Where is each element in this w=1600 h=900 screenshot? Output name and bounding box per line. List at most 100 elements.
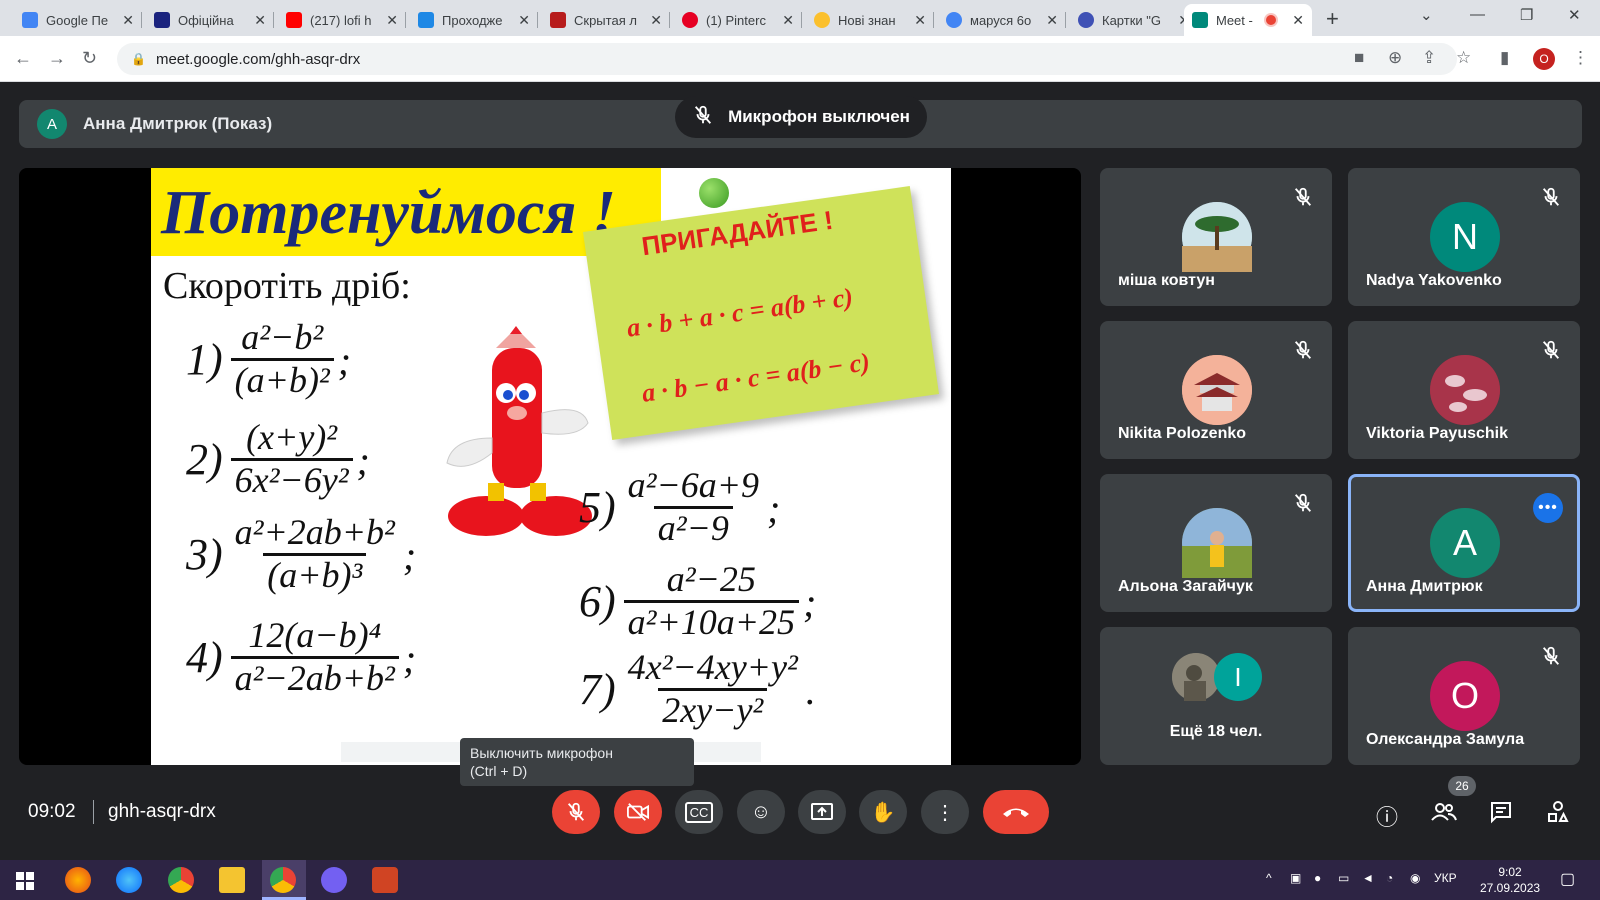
participant-tile[interactable]: міша ковтун [1100, 168, 1332, 306]
bookmark-star-icon[interactable]: ☆ [1456, 48, 1471, 68]
tab-close-icon[interactable]: ✕ [650, 12, 662, 29]
leave-call-button[interactable] [983, 790, 1049, 834]
people-icon[interactable] [1430, 800, 1458, 830]
system-clock[interactable]: 9:02 27.09.2023 [1480, 864, 1540, 896]
close-window-icon[interactable]: ✕ [1568, 6, 1581, 24]
reactions-button[interactable]: ☺ [737, 790, 785, 834]
chat-icon[interactable] [1489, 800, 1513, 830]
numerator: 4x²−4xy+y² [627, 647, 798, 687]
browser-tab[interactable]: Офіційна ✕ [146, 4, 274, 36]
tray-device-icon[interactable]: ▣ [1290, 871, 1301, 885]
browser-tab[interactable]: Нові знан ✕ [806, 4, 934, 36]
language-indicator[interactable]: УКР [1434, 871, 1457, 885]
side-panel-icon[interactable]: ▮ [1500, 48, 1509, 68]
minimize-icon[interactable]: — [1470, 6, 1485, 23]
mic-muted-icon [1542, 646, 1560, 665]
windows-start-icon[interactable] [16, 872, 34, 890]
browser-tab-active[interactable]: Meet - ✕ [1184, 4, 1312, 36]
participant-avatar: I [1214, 653, 1262, 701]
powerpoint-icon[interactable] [372, 867, 398, 893]
viber-icon[interactable] [321, 867, 347, 893]
tab-favicon-icon [286, 12, 302, 28]
tab-close-icon[interactable]: ✕ [1292, 12, 1304, 29]
participant-tile-active[interactable]: A ••• Анна Дмитрюк [1348, 474, 1580, 612]
forward-icon[interactable]: → [48, 48, 66, 69]
participant-tile[interactable]: N Nadya Yakovenko [1348, 168, 1580, 306]
mic-tooltip: Выключить микрофон (Ctrl + D) [460, 738, 694, 786]
others-tile[interactable]: I Ещё 18 чел. [1100, 627, 1332, 765]
participant-tile[interactable]: O Олександра Замула [1348, 627, 1580, 765]
presenter-name: Анна Дмитрюк (Показ) [83, 114, 273, 133]
tab-close-icon[interactable]: ✕ [386, 12, 398, 29]
more-options-button[interactable]: ⋮ [921, 790, 969, 834]
present-button[interactable] [798, 790, 846, 834]
chrome-active-icon[interactable] [270, 867, 296, 893]
restore-icon[interactable]: ❐ [1520, 6, 1533, 24]
captions-button[interactable]: CC [675, 790, 723, 834]
participant-tile[interactable]: Альона Загайчук [1100, 474, 1332, 612]
tab-close-icon[interactable]: ✕ [518, 12, 530, 29]
tab-close-icon[interactable]: ✕ [914, 12, 926, 29]
new-tab-button[interactable]: + [1326, 6, 1339, 32]
exercise-4: 4) 12(a−b)⁴ a²−2ab+b² ; [186, 615, 416, 698]
activities-icon[interactable] [1546, 800, 1570, 830]
wifi-icon[interactable]: ◔ [1386, 871, 1393, 885]
tab-favicon-icon [418, 12, 434, 28]
denominator: a²−9 [653, 505, 733, 549]
share-icon[interactable]: ⇪ [1422, 48, 1436, 68]
tooltip-line: Выключить микрофон [470, 745, 613, 761]
browser-tab[interactable]: (1) Pinterc ✕ [674, 4, 802, 36]
firefox-icon[interactable] [65, 867, 91, 893]
tab-close-icon[interactable]: ✕ [254, 12, 266, 29]
file-explorer-icon[interactable] [219, 867, 245, 893]
camera-toggle-button[interactable] [614, 790, 662, 834]
lock-icon[interactable]: 🔒 [131, 52, 146, 66]
others-count-label: Ещё 18 чел. [1169, 723, 1263, 740]
exercise-number: 5) [579, 482, 616, 532]
edge-icon[interactable] [116, 867, 142, 893]
tab-favicon-icon [550, 12, 566, 28]
tab-close-icon[interactable]: ✕ [122, 12, 134, 29]
browser-menu-icon[interactable]: ⋮ [1572, 48, 1589, 68]
exercise-number: 7) [579, 664, 616, 714]
browser-tab[interactable]: Google Пе ✕ [14, 4, 142, 36]
browser-tab[interactable]: Картки "G ✕ [1070, 4, 1198, 36]
punctuation: ; [356, 438, 370, 484]
volume-icon[interactable]: ◄ [1362, 871, 1374, 885]
camera-icon[interactable]: ■ [1354, 48, 1364, 68]
meeting-info-icon[interactable]: ⓘ [1376, 800, 1398, 832]
battery-icon[interactable]: ▭ [1338, 871, 1349, 885]
tray-mic-icon[interactable]: ● [1314, 871, 1321, 885]
url-field[interactable]: 🔒 meet.google.com/ghh-asqr-drx [117, 43, 1457, 75]
participant-tile[interactable]: Viktoria Payuschik [1348, 321, 1580, 459]
reload-icon[interactable]: ↻ [82, 48, 97, 69]
notifications-icon[interactable]: ▢ [1560, 869, 1575, 889]
participant-avatar: A [1430, 508, 1500, 578]
tab-search-icon[interactable]: ⌄ [1420, 6, 1433, 24]
browser-tab[interactable]: маруся 6о ✕ [938, 4, 1066, 36]
more-options-icon[interactable]: ••• [1533, 493, 1563, 523]
tab-close-icon[interactable]: ✕ [782, 12, 794, 29]
exercise-number: 4) [186, 632, 223, 682]
tray-chevron-icon[interactable]: ^ [1266, 871, 1272, 885]
back-icon[interactable]: ← [14, 48, 32, 69]
slide-subtitle: Скоротіть дріб: [163, 265, 411, 307]
participant-tile[interactable]: Nikita Polozenko [1100, 321, 1332, 459]
tab-label: Скрытая л [574, 12, 637, 28]
raise-hand-button[interactable]: ✋ [859, 790, 907, 834]
mic-off-text: Микрофон выключен [728, 107, 910, 126]
mic-toggle-button[interactable] [552, 790, 600, 834]
zoom-icon[interactable]: ⊕ [1388, 48, 1402, 68]
presentation-slide: Потренуймося ! Скоротіть дріб: ПРИГАДАЙТ… [151, 168, 951, 765]
browser-tab[interactable]: Скрытая л ✕ [542, 4, 670, 36]
exercise-6: 6) a²−25 a²+10a+25 ; [579, 559, 816, 642]
tab-close-icon[interactable]: ✕ [1046, 12, 1058, 29]
chrome-icon[interactable] [168, 867, 194, 893]
meet-favicon-icon [1192, 12, 1208, 28]
profile-avatar[interactable]: O [1533, 48, 1555, 70]
tab-favicon-icon [154, 12, 170, 28]
tab-label: Meet - [1216, 12, 1253, 28]
browser-tab[interactable]: (217) lofi h ✕ [278, 4, 406, 36]
browser-tab[interactable]: Проходже ✕ [410, 4, 538, 36]
tray-app-icon[interactable]: ◉ [1410, 871, 1420, 885]
